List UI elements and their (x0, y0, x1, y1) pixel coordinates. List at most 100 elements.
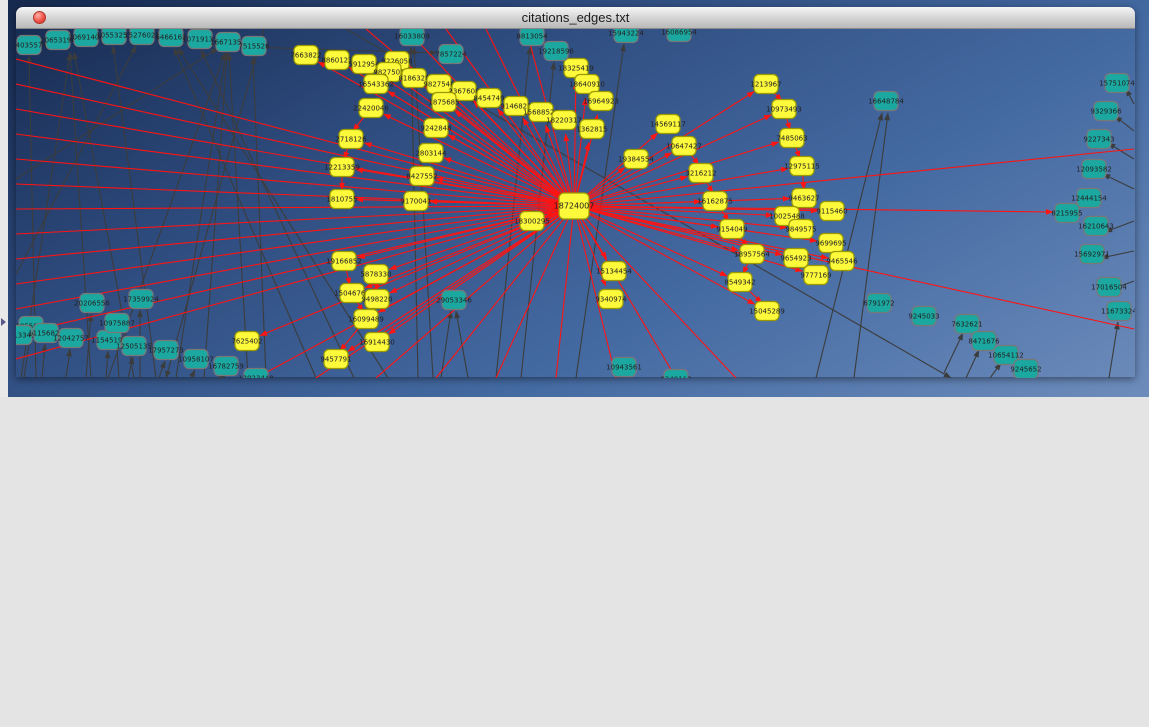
graph-node[interactable]: 11673324 (1101, 302, 1135, 321)
graph-node-selected[interactable]: 18724007 (554, 193, 595, 219)
graph-edge[interactable] (159, 361, 165, 378)
graph-node-selected[interactable]: 16964923 (583, 92, 619, 111)
graph-edge[interactable] (990, 363, 1001, 378)
graph-node-selected[interactable]: 8549342 (724, 273, 755, 292)
graph-edge[interactable] (16, 206, 574, 209)
graph-node[interactable]: 17359924 (123, 290, 159, 309)
graph-node-selected[interactable]: 1810755 (326, 190, 357, 209)
graph-node-selected[interactable]: 9777169 (800, 266, 831, 285)
graph-node-selected[interactable]: 9654923 (780, 249, 811, 268)
application-window: citations_edges.txt 187240 (0, 0, 1149, 727)
graph-node[interactable]: 10975887 (99, 314, 135, 333)
graph-node-selected[interactable]: 9457791 (320, 350, 351, 369)
graph-node-selected[interactable]: 12213359 (324, 158, 360, 177)
graph-node[interactable]: 9329366 (1090, 102, 1122, 121)
graph-edge[interactable] (574, 206, 736, 378)
graph-node-selected[interactable]: 7485063 (776, 129, 807, 148)
graph-edge[interactable] (1103, 174, 1134, 189)
graph-node[interactable]: 15943224 (608, 29, 644, 43)
graph-edge[interactable] (16, 59, 574, 206)
graph-node-selected[interactable]: 9170041 (400, 192, 431, 211)
graph-edge[interactable] (66, 349, 70, 378)
graph-node-selected[interactable]: 19166852 (326, 252, 362, 271)
graph-node[interactable]: 20206556 (74, 294, 110, 313)
graph-node-label: 17016504 (1091, 284, 1127, 292)
network-canvas[interactable]: 1872400718300295766382288601235912954822… (16, 29, 1135, 383)
network-window: citations_edges.txt 187240 (16, 7, 1135, 377)
graph-node-selected[interactable]: 1875685 (428, 93, 459, 112)
graph-node[interactable]: 16210643 (1078, 217, 1114, 236)
graph-node-selected[interactable]: 9242848 (420, 119, 451, 138)
graph-node[interactable]: 29053346 (436, 291, 472, 310)
graph-node[interactable]: 7857224 (435, 45, 467, 64)
graph-node[interactable]: 15692971 (1074, 245, 1110, 264)
graph-node-selected[interactable]: 5878330 (360, 265, 391, 284)
graph-node-selected[interactable]: 9849575 (785, 220, 816, 239)
graph-node-selected[interactable]: 1213967 (750, 75, 781, 94)
window-titlebar[interactable]: citations_edges.txt (16, 7, 1135, 29)
citation-network-graph[interactable]: 1872400718300295766382288601235912954822… (16, 29, 1135, 378)
graph-node[interactable]: 9245033 (908, 307, 939, 326)
graph-edge[interactable] (253, 57, 266, 378)
graph-edge[interactable] (944, 333, 963, 373)
graph-node[interactable]: 9245652 (1010, 360, 1041, 379)
graph-node-selected[interactable]: 2803144 (415, 144, 447, 163)
graph-edge[interactable] (376, 206, 574, 378)
graph-edge[interactable] (441, 311, 451, 378)
graph-node-selected[interactable]: 15134454 (596, 262, 632, 281)
graph-node-selected[interactable]: 10973493 (766, 100, 802, 119)
graph-node[interactable]: 8215955 (1051, 204, 1082, 223)
graph-edge[interactable] (389, 206, 574, 269)
graph-edge[interactable] (106, 351, 108, 378)
graph-node-selected[interactable]: 9115460 (816, 202, 847, 221)
graph-node[interactable]: 16033809 (394, 29, 430, 46)
graph-edge[interactable] (191, 370, 195, 378)
graph-node-label: 7515526 (238, 43, 270, 51)
graph-node[interactable]: 8813054 (516, 29, 548, 46)
graph-node[interactable]: 9340112 (660, 370, 691, 379)
graph-node[interactable]: 15751074 (1099, 74, 1135, 93)
graph-node-label: 10975887 (99, 320, 135, 328)
graph-node[interactable]: 9227343 (1083, 130, 1114, 149)
graph-node-selected[interactable]: 9154049 (716, 220, 747, 239)
graph-node-label: 15134454 (596, 268, 632, 276)
graph-node-label: 16543362 (358, 81, 394, 89)
graph-node[interactable]: 6791972 (863, 294, 894, 313)
graph-node[interactable]: 16648784 (868, 92, 904, 111)
graph-edge[interactable] (556, 206, 574, 378)
graph-node[interactable]: 17016504 (1091, 278, 1127, 297)
graph-edge[interactable] (1109, 322, 1118, 378)
graph-node-selected[interactable]: 7663822 (290, 46, 321, 65)
graph-edge[interactable] (176, 53, 226, 378)
graph-edge[interactable] (229, 53, 248, 378)
graph-edge[interactable] (16, 206, 574, 334)
graph-node[interactable]: 7632621 (951, 315, 982, 334)
graph-node-selected[interactable]: 7625402 (231, 332, 262, 351)
graph-node-selected[interactable]: 2718126 (335, 130, 367, 149)
graph-edge[interactable] (16, 48, 218, 179)
graph-node-selected[interactable]: 3216212 (685, 164, 716, 183)
graph-edge[interactable] (16, 206, 574, 234)
graph-node-selected[interactable]: 16914430 (359, 333, 395, 352)
graph-node-selected[interactable]: 9699695 (815, 234, 846, 253)
graph-node-selected[interactable]: 1362815 (576, 120, 607, 139)
graph-node-label: 9154049 (716, 226, 747, 234)
graph-node-selected[interactable]: 8427552 (406, 167, 437, 186)
graph-edge[interactable] (221, 376, 225, 378)
panel-collapse-handle[interactable] (1, 318, 6, 326)
graph-node-selected[interactable]: 9498220 (361, 290, 392, 309)
graph-edge[interactable] (574, 149, 1134, 206)
graph-node-selected[interactable]: 12975115 (784, 157, 820, 176)
graph-edge[interactable] (42, 344, 45, 378)
graph-node[interactable]: 19218596 (538, 42, 574, 61)
graph-node-selected[interactable]: 9463627 (788, 189, 819, 208)
graph-edge[interactable] (966, 350, 979, 378)
graph-node-label: 10943561 (606, 364, 642, 372)
graph-node-selected[interactable]: 9465546 (826, 252, 858, 271)
graph-node-label: 9245652 (1010, 366, 1041, 374)
graph-node[interactable]: 16086954 (661, 29, 697, 42)
graph-node-selected[interactable]: 14569117 (650, 115, 686, 134)
graph-node[interactable]: 7515526 (238, 37, 270, 56)
graph-node-selected[interactable]: 9340974 (595, 290, 627, 309)
graph-edge[interactable] (456, 311, 468, 378)
